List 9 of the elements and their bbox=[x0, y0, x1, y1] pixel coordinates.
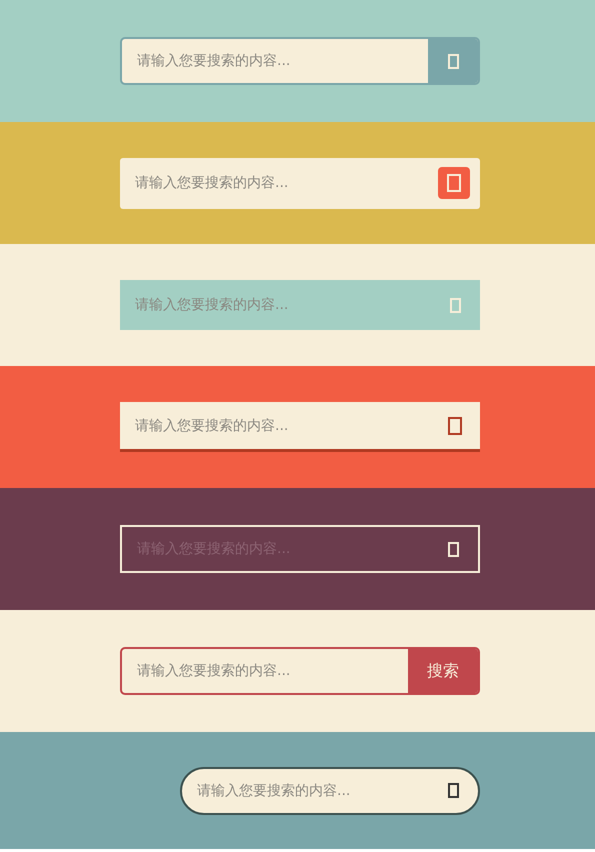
search-input[interactable]: 请输入您要搜索的内容... bbox=[122, 649, 408, 693]
search-field[interactable]: 请输入您要搜索的内容... 搜索 bbox=[120, 647, 480, 695]
search-button[interactable]: 搜索 bbox=[408, 649, 478, 693]
search-input[interactable]: 请输入您要搜索的内容... bbox=[120, 402, 430, 449]
search-field[interactable]: 请输入您要搜索的内容... bbox=[120, 37, 480, 85]
search-field[interactable]: 请输入您要搜索的内容... bbox=[180, 766, 480, 814]
search-field[interactable]: 请输入您要搜索的内容... bbox=[120, 402, 480, 452]
search-input[interactable]: 请输入您要搜索的内容... bbox=[182, 768, 428, 812]
search-input[interactable]: 请输入您要搜索的内容... bbox=[122, 39, 428, 83]
